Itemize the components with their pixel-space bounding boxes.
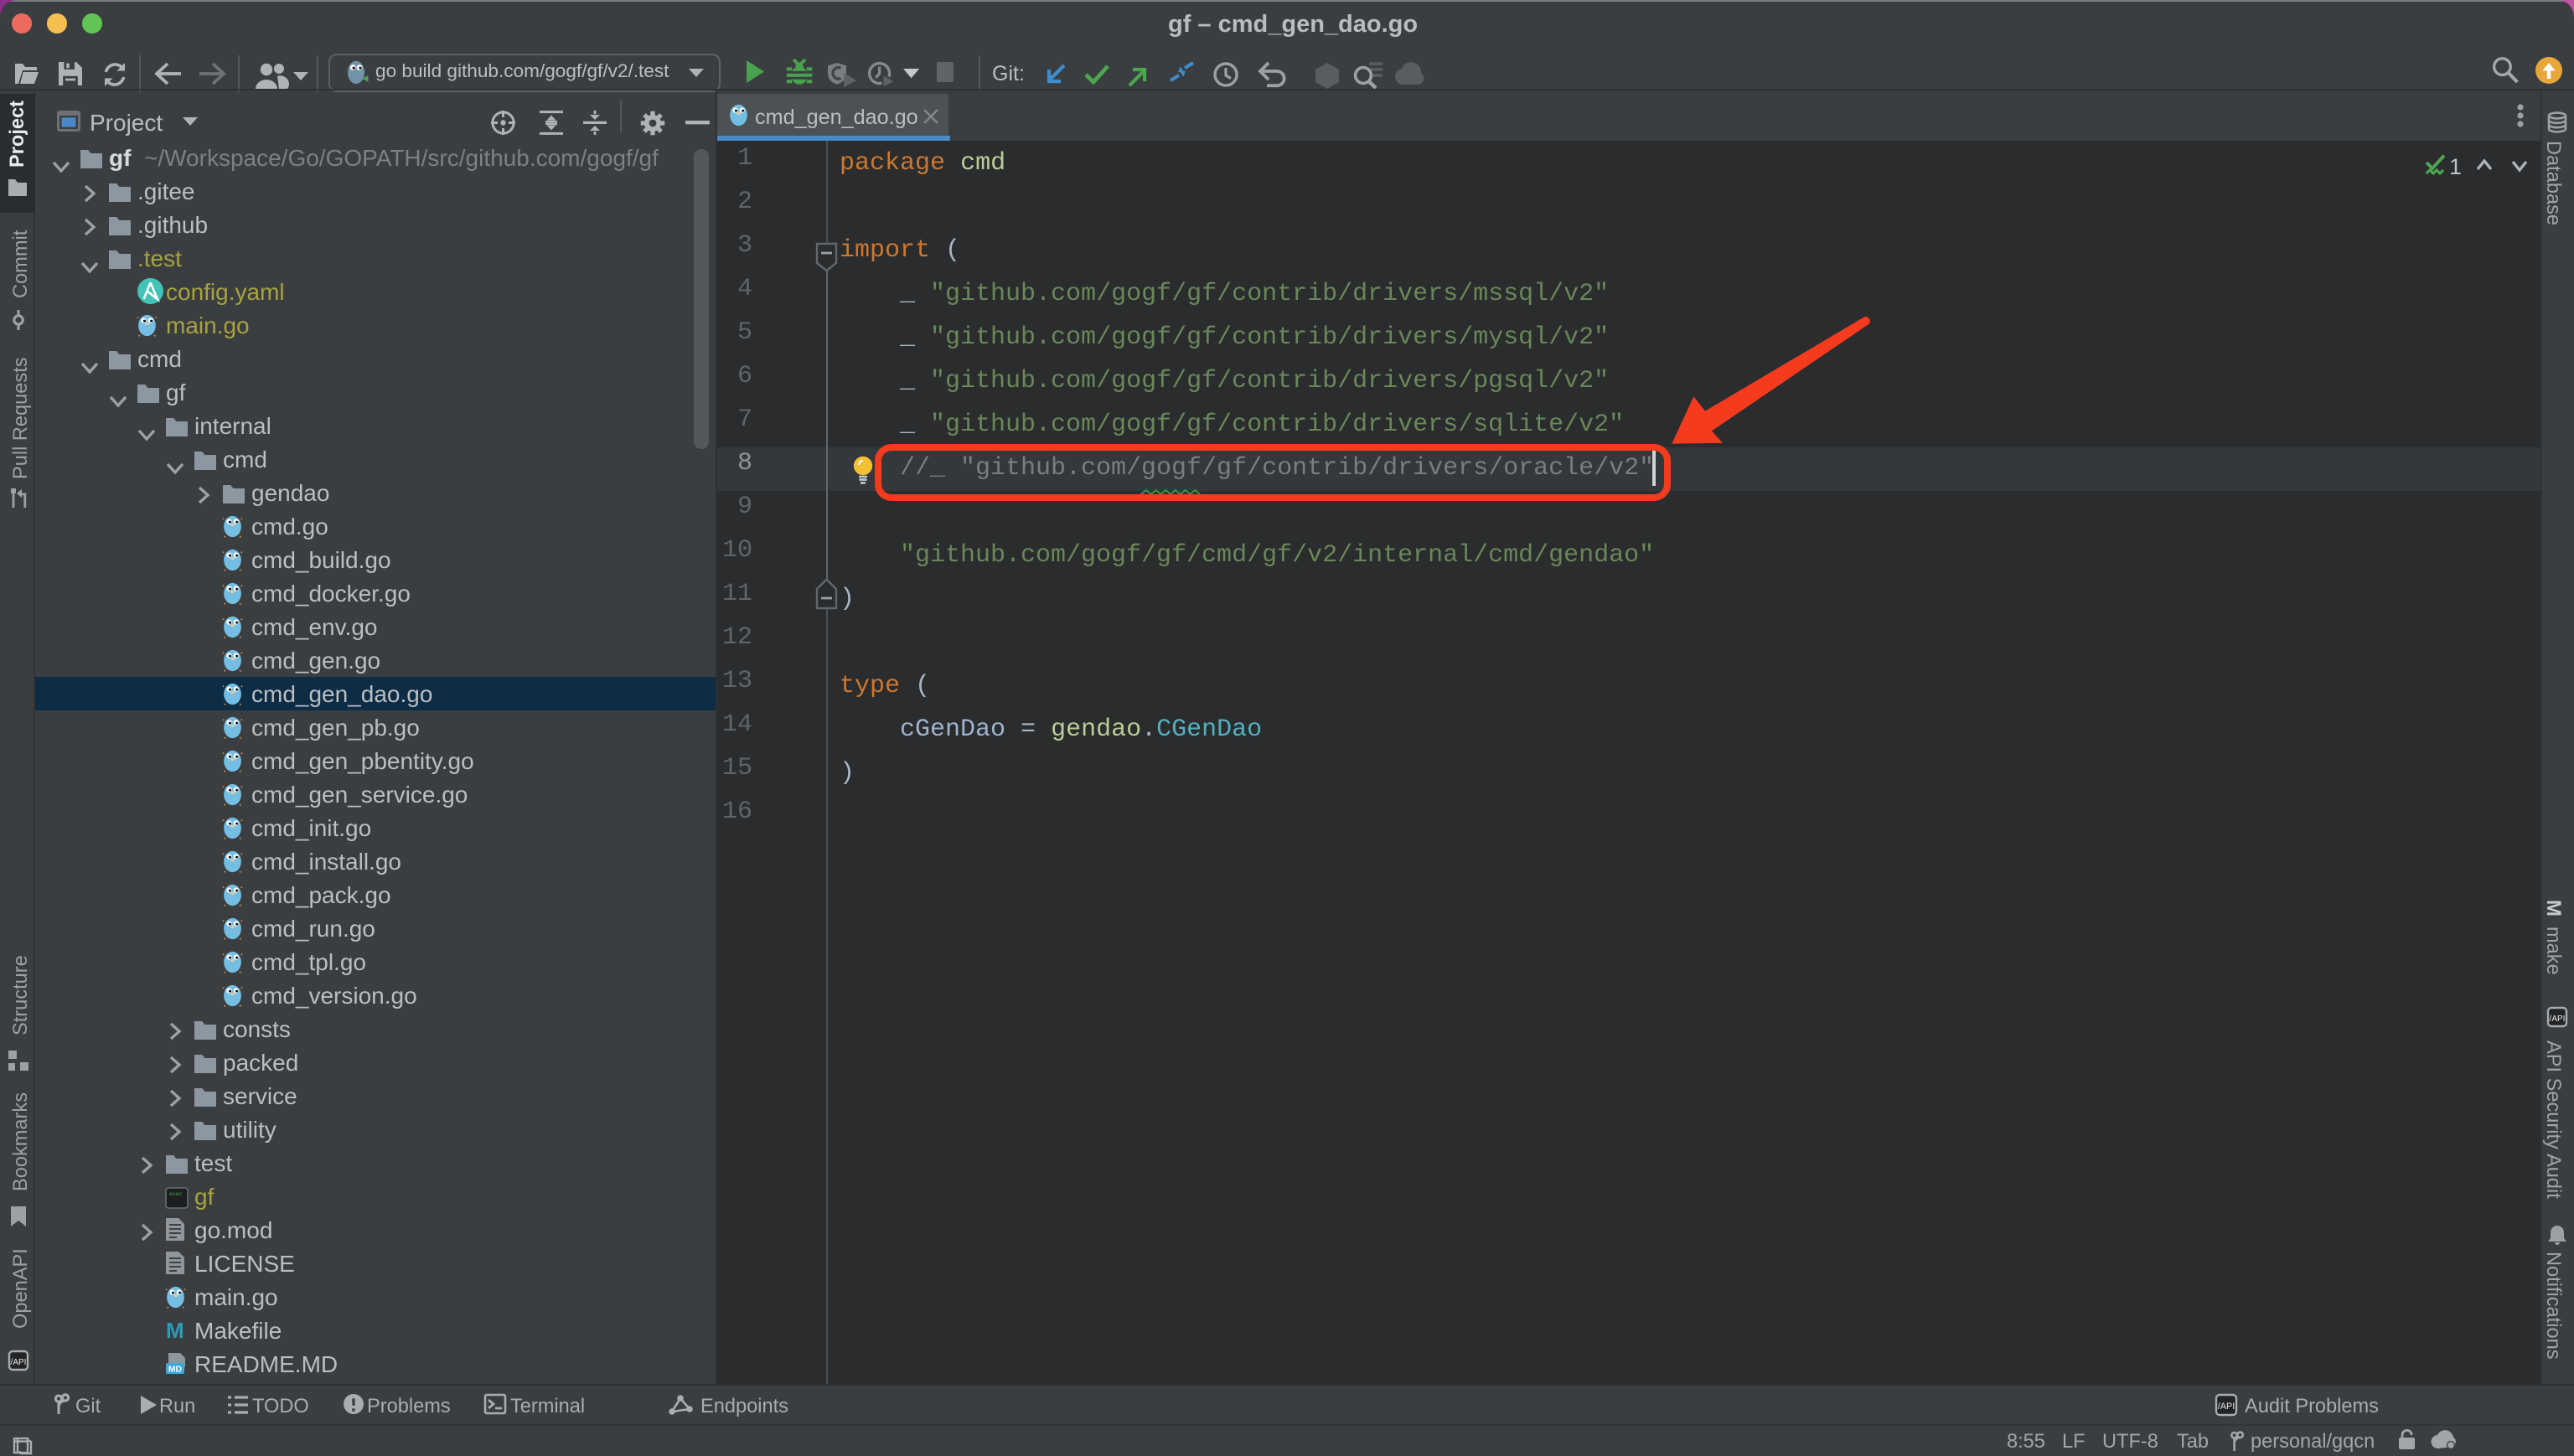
svg-text:/API: /API [2218, 1401, 2235, 1411]
svg-text:/API: /API [10, 1358, 26, 1367]
svg-text:MD: MD [168, 1365, 182, 1374]
svg-text:/API: /API [2549, 1015, 2565, 1024]
svg-text:M: M [165, 1318, 183, 1343]
svg-text:exec: exec [168, 1190, 182, 1196]
